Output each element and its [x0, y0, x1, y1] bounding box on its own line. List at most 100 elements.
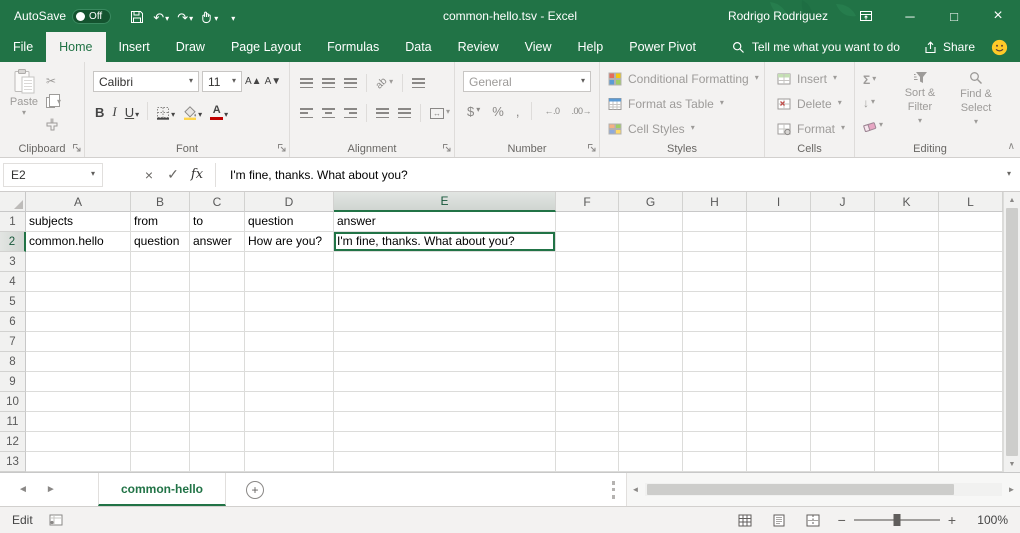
cell-L11[interactable] — [939, 412, 1003, 432]
page-break-view-button[interactable] — [796, 514, 830, 527]
increase-decimal-button[interactable]: ←.0 — [544, 106, 559, 116]
normal-view-button[interactable] — [728, 514, 762, 527]
cell-E7[interactable] — [334, 332, 556, 352]
cell-H2[interactable] — [683, 232, 747, 252]
cell-G8[interactable] — [619, 352, 683, 372]
cell-B2[interactable]: question — [131, 232, 190, 252]
cell-J11[interactable] — [811, 412, 875, 432]
zoom-in-button[interactable]: + — [940, 512, 964, 528]
vscroll-track[interactable] — [1004, 208, 1020, 456]
cell-A8[interactable] — [26, 352, 131, 372]
cell-I6[interactable] — [747, 312, 811, 332]
clipboard-dialog-launcher[interactable] — [72, 143, 82, 153]
cell-J1[interactable] — [811, 212, 875, 232]
cell-A11[interactable] — [26, 412, 131, 432]
vertical-scrollbar[interactable]: ▲ ▼ — [1003, 192, 1020, 472]
cell-K10[interactable] — [875, 392, 939, 412]
cell-G7[interactable] — [619, 332, 683, 352]
align-right-button[interactable] — [344, 108, 357, 118]
row-header-4[interactable]: 4 — [0, 272, 26, 292]
cell-A10[interactable] — [26, 392, 131, 412]
font-size-combo[interactable]: 11▾ — [202, 71, 242, 92]
cell-B11[interactable] — [131, 412, 190, 432]
italic-button[interactable]: I — [112, 102, 116, 120]
column-header-E[interactable]: E — [334, 192, 556, 212]
cell-C9[interactable] — [190, 372, 245, 392]
zoom-slider[interactable] — [854, 519, 940, 521]
cell-A5[interactable] — [26, 292, 131, 312]
underline-button[interactable]: U▾ — [125, 102, 139, 120]
feedback-button[interactable] — [987, 32, 1020, 62]
minimize-button[interactable]: ─ — [888, 0, 932, 32]
cell-J8[interactable] — [811, 352, 875, 372]
sheet-nav-right-button[interactable]: ► — [46, 484, 56, 495]
row-header-5[interactable]: 5 — [0, 292, 26, 312]
cell-G12[interactable] — [619, 432, 683, 452]
cell-I8[interactable] — [747, 352, 811, 372]
column-header-B[interactable]: B — [131, 192, 190, 212]
close-button[interactable]: × — [976, 0, 1020, 32]
cell-K12[interactable] — [875, 432, 939, 452]
find-select-button[interactable]: Find & Select ▾ — [949, 71, 1003, 127]
ribbon-tab-file[interactable]: File — [0, 32, 46, 62]
cut-button[interactable]: ✂ — [46, 72, 61, 89]
cell-C1[interactable]: to — [190, 212, 245, 232]
autosave-pill[interactable]: Off — [72, 9, 111, 24]
font-name-combo[interactable]: Calibri▾ — [93, 71, 199, 92]
ribbon-tab-view[interactable]: View — [512, 32, 565, 62]
column-header-D[interactable]: D — [245, 192, 334, 212]
cell-F6[interactable] — [556, 312, 619, 332]
row-header-13[interactable]: 13 — [0, 452, 26, 472]
merge-center-button[interactable]: ↔▾ — [430, 108, 450, 119]
cell-F13[interactable] — [556, 452, 619, 472]
cell-I12[interactable] — [747, 432, 811, 452]
cell-L10[interactable] — [939, 392, 1003, 412]
cell-C5[interactable] — [190, 292, 245, 312]
redo-button[interactable]: ↷▾ — [175, 5, 195, 27]
cell-E6[interactable] — [334, 312, 556, 332]
cell-F8[interactable] — [556, 352, 619, 372]
ribbon-display-options-button[interactable] — [844, 0, 888, 32]
cell-D6[interactable] — [245, 312, 334, 332]
row-header-7[interactable]: 7 — [0, 332, 26, 352]
cell-G6[interactable] — [619, 312, 683, 332]
cell-L1[interactable] — [939, 212, 1003, 232]
cell-L8[interactable] — [939, 352, 1003, 372]
cell-H8[interactable] — [683, 352, 747, 372]
column-header-A[interactable]: A — [26, 192, 131, 212]
vscroll-down-button[interactable]: ▼ — [1004, 456, 1020, 472]
cell-J6[interactable] — [811, 312, 875, 332]
delete-button[interactable]: Delete ▾ — [777, 97, 842, 111]
cell-A7[interactable] — [26, 332, 131, 352]
cell-G3[interactable] — [619, 252, 683, 272]
select-all-corner[interactable] — [0, 192, 26, 212]
customize-qat-button[interactable]: ▾ — [223, 5, 243, 27]
macro-record-button[interactable] — [49, 514, 63, 526]
align-top-button[interactable] — [300, 78, 313, 88]
font-dialog-launcher[interactable] — [277, 143, 287, 153]
cell-E8[interactable] — [334, 352, 556, 372]
decrease-decimal-button[interactable]: .00→ — [571, 106, 591, 116]
cell-D1[interactable]: question — [245, 212, 334, 232]
cell-E2[interactable]: I'm fine, thanks. What about you? — [334, 232, 556, 252]
bold-button[interactable]: B — [95, 102, 104, 120]
cell-H12[interactable] — [683, 432, 747, 452]
touch-mode-button[interactable]: ▾ — [199, 5, 219, 27]
cell-E3[interactable] — [334, 252, 556, 272]
cell-I4[interactable] — [747, 272, 811, 292]
cell-K2[interactable] — [875, 232, 939, 252]
cell-H9[interactable] — [683, 372, 747, 392]
column-header-F[interactable]: F — [556, 192, 619, 212]
cell-C13[interactable] — [190, 452, 245, 472]
insert-function-button[interactable]: fx — [185, 167, 209, 182]
zoom-level[interactable]: 100% — [970, 513, 1008, 527]
row-header-9[interactable]: 9 — [0, 372, 26, 392]
cell-L6[interactable] — [939, 312, 1003, 332]
zoom-out-button[interactable]: − — [830, 512, 854, 528]
column-header-I[interactable]: I — [747, 192, 811, 212]
cell-G5[interactable] — [619, 292, 683, 312]
cell-E4[interactable] — [334, 272, 556, 292]
formula-bar-expand-button[interactable]: ▾ — [1007, 170, 1011, 178]
cell-H3[interactable] — [683, 252, 747, 272]
cell-F1[interactable] — [556, 212, 619, 232]
